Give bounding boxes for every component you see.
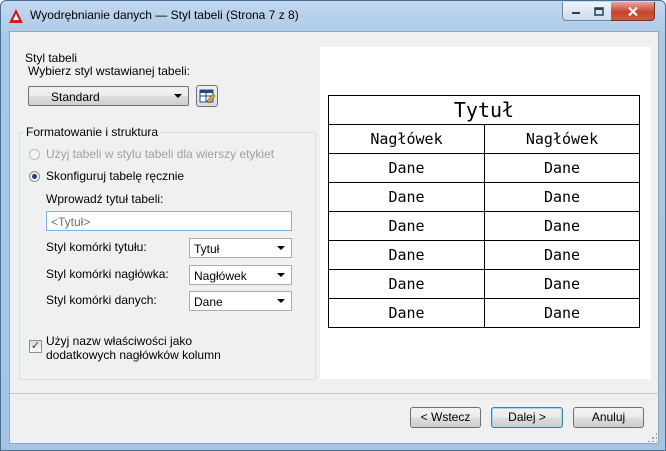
maximize-icon <box>594 6 604 16</box>
table-style-group-title: Styl tabeli <box>25 51 78 65</box>
preview-data-cell: Dane <box>328 153 485 183</box>
data-cell-style-label: Styl komórki danych: <box>46 293 157 307</box>
property-names-checkbox[interactable]: ✓ <box>29 340 42 353</box>
table-style-dropdown[interactable]: Standard <box>28 86 189 106</box>
maximize-button[interactable] <box>587 2 612 21</box>
header-cell-style-label: Styl komórki nagłówka: <box>46 267 169 281</box>
data-cell-style-value: Dane <box>194 295 223 309</box>
use-table-style-label[interactable]: Użyj tabeli w stylu tabeli dla wierszy e… <box>46 147 274 161</box>
close-icon <box>627 6 638 16</box>
preview-data-cell: Dane <box>484 240 640 270</box>
table-style-edit-button[interactable] <box>196 85 218 107</box>
manual-config-radio[interactable] <box>29 171 40 182</box>
preview-header-cell: Nagłówek <box>484 124 640 154</box>
preview-data-cell: Dane <box>328 298 485 328</box>
preview-header-cell: Nagłówek <box>328 124 485 154</box>
title-cell-style-label: Styl komórki tytułu: <box>46 240 147 254</box>
table-style-select-label: Wybierz styl wstawianej tabeli: <box>28 64 190 78</box>
preview-data-cell: Dane <box>484 182 640 212</box>
table-style-dropdown-value: Standard <box>51 90 100 104</box>
preview-data-cell: Dane <box>328 269 485 299</box>
preview-data-cell: Dane <box>328 211 485 241</box>
table-preview: Tytuł Nagłówek Nagłówek Dane Dane Dane Dan… <box>320 47 651 379</box>
use-table-style-radio[interactable] <box>29 149 40 160</box>
footer-divider <box>10 393 658 394</box>
window-title: Wyodrębnianie danych — Styl tabeli (Stro… <box>30 8 299 22</box>
header-cell-style-dropdown[interactable]: Nagłówek <box>189 265 292 285</box>
preview-data-cell: Dane <box>484 298 640 328</box>
chevron-down-icon <box>277 246 285 250</box>
title-cell-style-dropdown[interactable]: Tytuł <box>189 238 292 258</box>
table-title-input-value: <Tytuł> <box>51 215 91 229</box>
dialog-content: Styl tabeli Wybierz styl wstawianej tabe… <box>9 31 659 444</box>
preview-title-cell: Tytuł <box>328 95 640 125</box>
table-style-group: Styl tabeli Wybierz styl wstawianej tabe… <box>19 51 314 122</box>
next-button[interactable]: Dalej > <box>491 407 563 428</box>
formatting-group-title: Formatowanie i struktura <box>24 125 161 139</box>
back-button[interactable]: < Wstecz <box>410 407 481 428</box>
preview-data-cell: Dane <box>328 182 485 212</box>
chevron-down-icon <box>277 299 285 303</box>
autocad-a-icon <box>9 9 23 23</box>
cancel-button[interactable]: Anuluj <box>573 407 644 428</box>
preview-data-cell: Dane <box>484 269 640 299</box>
dialog-window: Wyodrębnianie danych — Styl tabeli (Stro… <box>0 0 666 451</box>
manual-config-label[interactable]: Skonfiguruj tabelę ręcznie <box>46 169 184 183</box>
table-title-label: Wprowadź tytuł tabeli: <box>46 192 164 206</box>
preview-data-cell: Dane <box>484 211 640 241</box>
preview-table: Tytuł Nagłówek Nagłówek Dane Dane Dane Dan… <box>328 95 640 328</box>
chevron-down-icon <box>174 94 182 98</box>
preview-data-cell: Dane <box>484 153 640 183</box>
chevron-down-icon <box>277 273 285 277</box>
property-names-label-line2[interactable]: dodatkowych nagłówków kolumn <box>46 348 221 362</box>
close-button[interactable] <box>611 2 655 21</box>
title-cell-style-value: Tytuł <box>194 242 220 256</box>
minimize-button[interactable] <box>562 2 589 21</box>
formatting-group: Formatowanie i struktura Użyj tabeli w s… <box>19 125 316 380</box>
title-bar[interactable]: Wyodrębnianie danych — Styl tabeli (Stro… <box>1 1 665 31</box>
preview-data-cell: Dane <box>328 240 485 270</box>
header-cell-style-value: Nagłówek <box>194 269 247 283</box>
property-names-label-line1[interactable]: Użyj nazw właściwości jako <box>46 334 192 348</box>
data-cell-style-dropdown[interactable]: Dane <box>189 291 292 311</box>
table-title-input[interactable]: <Tytuł> <box>46 211 292 231</box>
minimize-icon <box>571 12 580 14</box>
table-style-edit-icon <box>199 89 216 104</box>
resize-grip[interactable] <box>647 432 657 442</box>
